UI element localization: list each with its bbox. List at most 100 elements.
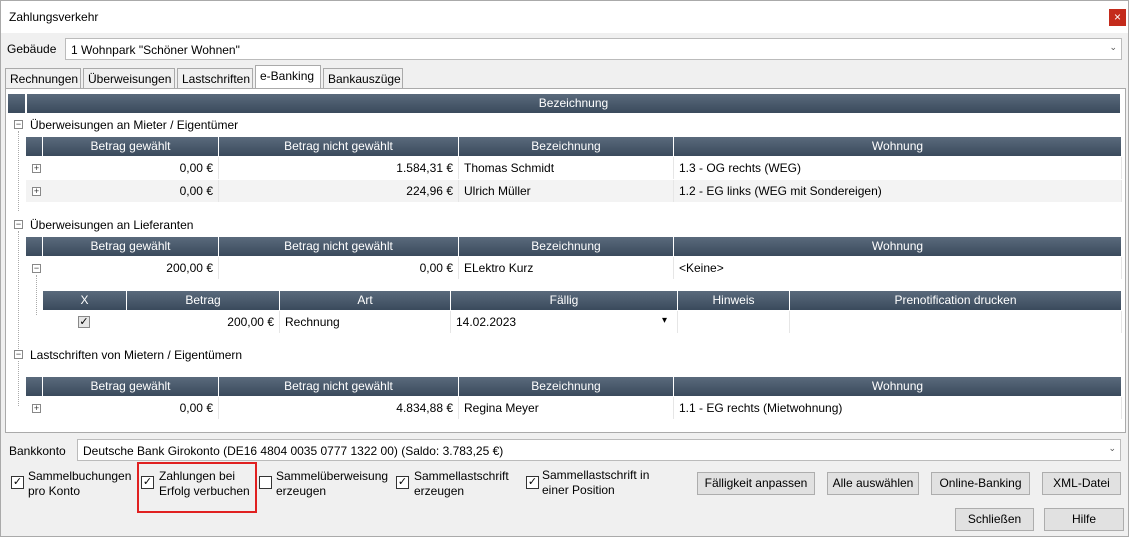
cell-betrag-gewaehlt: 0,00 € <box>43 397 219 419</box>
collapse-icon[interactable]: − <box>32 264 41 273</box>
tab-ueberweisungen[interactable]: Überweisungen <box>83 68 175 88</box>
grid-header-bezeichnung: Bezeichnung <box>27 94 1121 113</box>
cell-bezeichnung: ELektro Kurz <box>459 257 674 279</box>
cell-betrag-nicht-gewaehlt: 224,96 € <box>219 180 459 202</box>
detail-col-header-art: Art <box>280 291 451 310</box>
sammellastschrift-position-checkbox[interactable]: ✓ <box>526 476 539 489</box>
cell-bezeichnung: Ulrich Müller <box>459 180 674 202</box>
cell-wohnung: 1.3 - OG rechts (WEG) <box>674 157 1122 179</box>
zahlungsverkehr-window: Zahlungsverkehr × Gebäude 1 Wohnpark "Sc… <box>0 0 1129 537</box>
detail-col-header-prenotification: Prenotification drucken <box>790 291 1122 310</box>
col-header-betrag-nicht-gewaehlt: Betrag nicht gewählt <box>219 377 459 396</box>
detail-col-header-betrag: Betrag <box>127 291 280 310</box>
tree-line <box>18 361 19 406</box>
gebaeude-label: Gebäude <box>7 42 57 56</box>
cell-bezeichnung: Thomas Schmidt <box>459 157 674 179</box>
sammellastschrift-label-line2: erzeugen <box>414 484 465 498</box>
collapse-icon[interactable]: − <box>14 120 23 129</box>
sammelueberweisung-checkbox[interactable] <box>259 476 272 489</box>
col-header-wohnung: Wohnung <box>674 137 1122 156</box>
cell-betrag-gewaehlt: 0,00 € <box>43 157 219 179</box>
highlight-box <box>137 462 257 513</box>
col-header-betrag-gewaehlt: Betrag gewählt <box>43 237 219 256</box>
detail-cell-prenotification[interactable] <box>790 311 1122 333</box>
cell-wohnung: 1.2 - EG links (WEG mit Sondereigen) <box>674 180 1122 202</box>
tab-rechnungen[interactable]: Rechnungen <box>5 68 81 88</box>
col-header-wohnung: Wohnung <box>674 237 1122 256</box>
e-banking-grid: Bezeichnung − Überweisungen an Mieter / … <box>5 88 1126 433</box>
cell-bezeichnung: Regina Meyer <box>459 397 674 419</box>
bankkonto-select[interactable]: Deutsche Bank Girokonto (DE16 4804 0035 … <box>77 439 1121 461</box>
expand-icon[interactable]: + <box>32 164 41 173</box>
sammellastschrift-position-label-line1: Sammellastschrift in <box>542 468 650 482</box>
col-header-betrag-gewaehlt: Betrag gewählt <box>43 377 219 396</box>
sammelueberweisung-label-line1: Sammelüberweisung <box>276 469 389 483</box>
col-header-betrag-gewaehlt: Betrag gewählt <box>43 137 219 156</box>
sammellastschrift-position-label[interactable]: Sammellastschrift in einer Position <box>542 468 649 498</box>
col-header-bezeichnung: Bezeichnung <box>459 137 674 156</box>
cell-betrag-nicht-gewaehlt: 1.584,31 € <box>219 157 459 179</box>
grid-header-indent <box>26 237 43 256</box>
collapse-icon[interactable]: − <box>14 350 23 359</box>
expand-icon[interactable]: + <box>32 187 41 196</box>
bankkonto-label: Bankkonto <box>9 444 66 458</box>
cell-wohnung: 1.1 - EG rechts (Mietwohnung) <box>674 397 1122 419</box>
tab-e-banking[interactable]: e-Banking <box>255 65 321 89</box>
collapse-icon[interactable]: − <box>14 220 23 229</box>
xml-datei-button[interactable]: XML-Datei <box>1042 472 1121 495</box>
chevron-down-icon: ⌄ <box>1108 443 1116 453</box>
detail-checkbox[interactable]: ✓ <box>78 316 90 328</box>
group-title: Überweisungen an Mieter / Eigentümer <box>30 118 239 132</box>
detail-cell-betrag: 200,00 € <box>127 311 280 333</box>
faelligkeit-anpassen-button[interactable]: Fälligkeit anpassen <box>697 472 815 495</box>
detail-cell-art: Rechnung <box>280 311 451 333</box>
sammelueberweisung-label-line2: erzeugen <box>276 484 327 498</box>
sammellastschrift-label[interactable]: Sammellastschrift erzeugen <box>414 469 509 499</box>
date-dropdown-icon[interactable]: ▾ <box>662 315 667 326</box>
bankkonto-value: Deutsche Bank Girokonto (DE16 4804 0035 … <box>83 444 504 458</box>
sammelbuchungen-label[interactable]: Sammelbuchungen pro Konto <box>28 469 131 499</box>
col-header-bezeichnung: Bezeichnung <box>459 377 674 396</box>
title-bar: Zahlungsverkehr × <box>1 1 1128 33</box>
sammellastschrift-label-line1: Sammellastschrift <box>414 469 509 483</box>
sammelbuchungen-label-line1: Sammelbuchungen <box>28 469 132 483</box>
gebaeude-select[interactable]: 1 Wohnpark "Schöner Wohnen" ⌄ <box>65 38 1122 60</box>
online-banking-button[interactable]: Online-Banking <box>931 472 1030 495</box>
window-title: Zahlungsverkehr <box>9 10 99 24</box>
grid-header-indent <box>26 377 43 396</box>
detail-cell-faellig[interactable]: 14.02.2023 <box>451 311 678 333</box>
sammellastschrift-checkbox[interactable]: ✓ <box>396 476 409 489</box>
cell-betrag-gewaehlt: 0,00 € <box>43 180 219 202</box>
col-header-betrag-nicht-gewaehlt: Betrag nicht gewählt <box>219 237 459 256</box>
cell-betrag-gewaehlt: 200,00 € <box>43 257 219 279</box>
grid-header-indent <box>26 137 43 156</box>
col-header-wohnung: Wohnung <box>674 377 1122 396</box>
chevron-down-icon: ⌄ <box>1109 42 1117 52</box>
group-title: Überweisungen an Lieferanten <box>30 218 194 232</box>
cell-wohnung: <Keine> <box>674 257 1122 279</box>
cell-betrag-nicht-gewaehlt: 0,00 € <box>219 257 459 279</box>
tree-line <box>18 231 19 351</box>
tree-line <box>18 131 19 211</box>
tree-line <box>36 275 37 315</box>
grid-corner-header <box>8 94 26 113</box>
sammelbuchungen-label-line2: pro Konto <box>28 484 81 498</box>
gebaeude-value: 1 Wohnpark "Schöner Wohnen" <box>71 43 240 57</box>
sammelueberweisung-label[interactable]: Sammelüberweisung erzeugen <box>276 469 388 499</box>
tab-bankauszuege[interactable]: Bankauszüge <box>323 68 403 88</box>
expand-icon[interactable]: + <box>32 404 41 413</box>
detail-col-header-x: X <box>43 291 127 310</box>
col-header-betrag-nicht-gewaehlt: Betrag nicht gewählt <box>219 137 459 156</box>
alle-auswaehlen-button[interactable]: Alle auswählen <box>827 472 919 495</box>
col-header-bezeichnung: Bezeichnung <box>459 237 674 256</box>
cell-betrag-nicht-gewaehlt: 4.834,88 € <box>219 397 459 419</box>
hilfe-button[interactable]: Hilfe <box>1044 508 1124 531</box>
detail-col-header-faellig: Fällig <box>451 291 678 310</box>
close-icon[interactable]: × <box>1109 9 1126 26</box>
schliessen-button[interactable]: Schließen <box>955 508 1034 531</box>
sammelbuchungen-checkbox[interactable]: ✓ <box>11 476 24 489</box>
detail-cell-hinweis[interactable] <box>678 311 790 333</box>
group-title: Lastschriften von Mietern / Eigentümern <box>30 348 243 362</box>
tab-lastschriften[interactable]: Lastschriften <box>177 68 253 88</box>
detail-col-header-hinweis: Hinweis <box>678 291 790 310</box>
